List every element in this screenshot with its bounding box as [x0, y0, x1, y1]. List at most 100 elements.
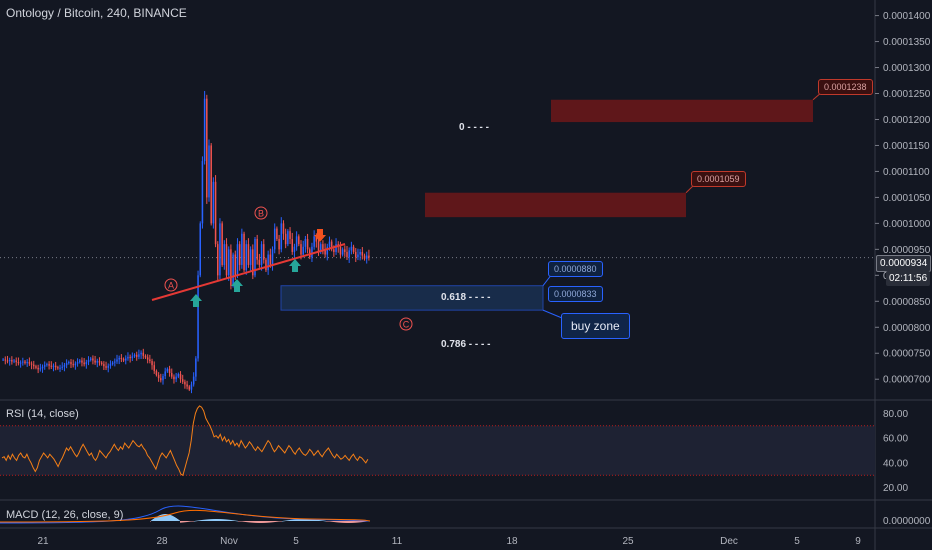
candle-body: [335, 244, 337, 252]
price-tick-label: 0.0001150: [883, 141, 930, 152]
buy-signal-arrow: [289, 259, 301, 272]
macd-histogram-bar: [336, 521, 337, 523]
rsi-band-fill: [0, 425, 875, 476]
macd-histogram-bar: [245, 521, 246, 522]
macd-histogram-bar: [276, 521, 277, 522]
candle-body: [190, 384, 193, 390]
candle-body: [127, 356, 129, 359]
macd-histogram-bar: [257, 521, 258, 523]
macd-histogram-bar: [154, 518, 155, 521]
macd-histogram-bar: [261, 521, 262, 523]
macd-histogram-bar: [170, 514, 171, 521]
rsi-tick-label: 80.00: [883, 409, 908, 420]
candle-body: [89, 358, 92, 360]
price-tick-label: 0.0001050: [883, 193, 931, 204]
candle-body: [57, 367, 59, 369]
candle-body: [61, 366, 64, 368]
candle-body: [81, 360, 83, 363]
macd-histogram-bar: [223, 519, 224, 521]
candle-body: [122, 358, 125, 361]
macd-histogram-bar: [241, 521, 242, 522]
candle-body: [177, 374, 180, 377]
buy-zone-bottom-label[interactable]: 0.0000833: [548, 286, 603, 302]
macd-histogram-bar: [226, 519, 227, 521]
candle-body: [48, 364, 50, 366]
fib-level-0786[interactable]: 0.786 - - - -: [441, 339, 490, 350]
candle-body: [227, 249, 230, 276]
date-tick-label: Dec: [720, 536, 738, 547]
candle-body: [271, 249, 274, 265]
candle-body: [28, 362, 31, 364]
macd-histogram-bar: [273, 521, 274, 523]
macd-histogram-bar: [259, 521, 260, 523]
macd-histogram-bar: [359, 521, 360, 523]
macd-histogram-bar: [203, 519, 204, 521]
macd-histogram-bar: [178, 519, 179, 521]
target-price-2-label[interactable]: 0.0001059: [691, 171, 746, 187]
candle-body: [166, 368, 169, 372]
macd-histogram-bar: [231, 520, 232, 521]
macd-histogram-bar: [340, 521, 341, 523]
candle-body: [11, 360, 13, 362]
price-tick-label: 0.0001250: [883, 89, 931, 100]
candle-body: [313, 236, 315, 247]
candle-body: [65, 363, 68, 366]
macd-histogram-bar: [190, 521, 191, 522]
macd-histogram-bar: [220, 519, 221, 521]
candle-body: [210, 145, 212, 224]
price-tick-label: 0.0001300: [883, 63, 931, 74]
fib-level-0618[interactable]: 0.618 - - - -: [441, 292, 490, 303]
macd-histogram-bar: [216, 519, 217, 521]
macd-histogram-bar: [275, 521, 276, 522]
candle-body: [267, 254, 269, 271]
macd-histogram-bar: [350, 521, 351, 523]
candles-group: [2, 90, 370, 394]
macd-histogram-bar: [177, 518, 178, 521]
target-price-1-label[interactable]: 0.0001238: [818, 79, 873, 95]
candle-body: [142, 352, 145, 356]
macd-histogram-bar: [284, 520, 285, 522]
macd-histogram-bar: [175, 517, 176, 521]
candle-body: [352, 246, 355, 252]
macd-histogram-bar: [326, 521, 327, 522]
macd-histogram-bar: [345, 521, 346, 523]
candle-body: [54, 365, 57, 368]
buy-zone-callout[interactable]: buy zone: [561, 313, 630, 339]
macd-histogram-bar: [325, 520, 326, 522]
candle-body: [236, 244, 239, 276]
macd-histogram-bar: [249, 521, 250, 523]
candle-body: [249, 249, 252, 265]
candle-body: [170, 372, 173, 377]
macd-histogram-bar: [258, 521, 259, 523]
macd-histogram-bar: [214, 519, 215, 521]
candle-body: [199, 223, 202, 276]
candle-body: [300, 244, 302, 255]
candle-body: [230, 249, 232, 286]
candle-body: [322, 244, 324, 250]
price-tick-label: 0.0000800: [883, 323, 931, 334]
macd-histogram-bar: [251, 521, 252, 523]
rsi-tick-label: 20.00: [883, 483, 908, 494]
candle-body: [41, 366, 44, 369]
date-tick-label: 18: [506, 536, 518, 547]
candle-body: [103, 364, 105, 367]
macd-histogram-bar: [280, 521, 281, 522]
macd-histogram-bar: [294, 519, 295, 521]
buy-zone-top-label[interactable]: 0.0000880: [548, 261, 603, 277]
candle-body: [188, 386, 191, 390]
date-tick-label: 21: [37, 536, 49, 547]
date-tick-label: 11: [392, 536, 403, 547]
macd-histogram-bar: [253, 521, 254, 523]
fib-level-0[interactable]: 0 - - - -: [459, 122, 489, 133]
macd-histogram-bar: [205, 519, 206, 521]
trading-chart[interactable]: 0.0001400 0.0001350 0.0001300 0.0001250 0.00…: [0, 0, 932, 550]
macd-histogram-bar: [248, 521, 249, 523]
rsi-label: RSI (14, close): [6, 408, 79, 420]
macd-histogram-bar: [267, 521, 268, 523]
candle-body: [295, 236, 298, 247]
candle-body: [344, 249, 346, 252]
macd-histogram-bar: [339, 521, 340, 523]
candle-body: [317, 241, 320, 252]
candle-body: [74, 363, 77, 366]
macd-histogram-bar: [332, 521, 333, 522]
